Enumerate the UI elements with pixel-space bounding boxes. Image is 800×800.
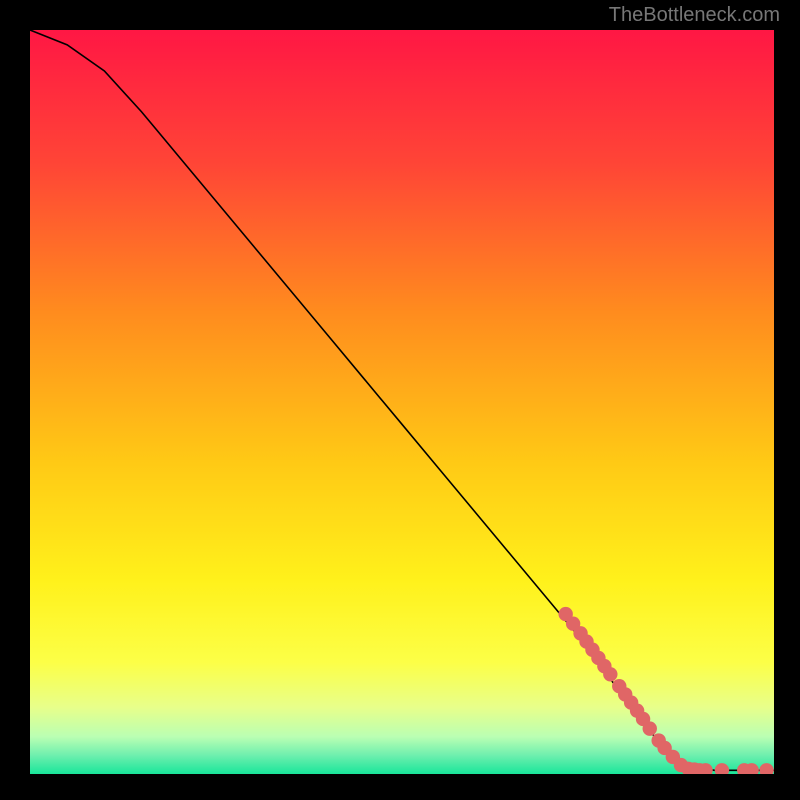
data-point — [715, 763, 729, 774]
data-point — [759, 763, 773, 774]
chart-area — [30, 30, 774, 774]
data-point — [643, 721, 657, 735]
chart-curve — [30, 30, 774, 774]
watermark-text: TheBottleneck.com — [609, 4, 780, 27]
data-point — [603, 667, 617, 681]
